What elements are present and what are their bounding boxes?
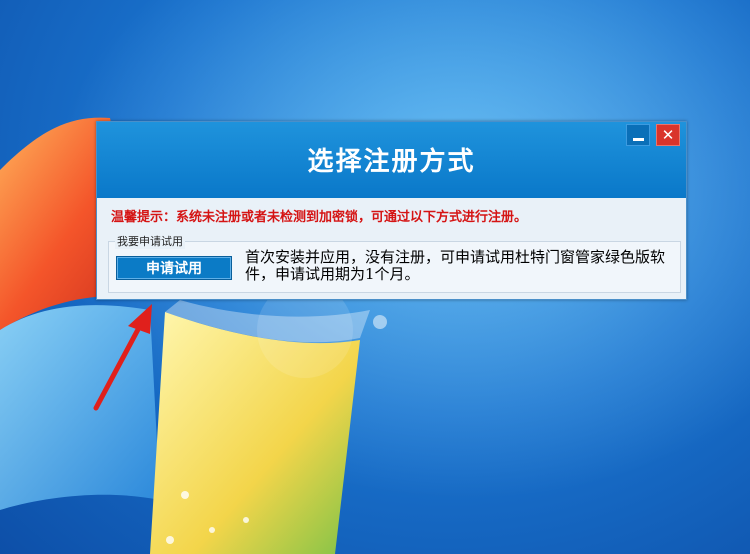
- apply-trial-button[interactable]: 申请试用: [116, 256, 232, 280]
- dialog-title: 选择注册方式: [307, 147, 476, 177]
- title-bar[interactable]: 选择注册方式 ✕: [97, 122, 686, 198]
- trial-description: 首次安装并应用，没有注册，可申请试用杜特门窗管家绿色版软件，申请试用期为1个月。: [245, 248, 666, 283]
- close-icon: ✕: [661, 126, 675, 144]
- close-button[interactable]: ✕: [656, 124, 680, 146]
- minimize-icon: [633, 138, 644, 141]
- minimize-button[interactable]: [626, 124, 650, 146]
- warning-notice: 温馨提示：系统未注册或者未检测到加密锁，可通过以下方式进行注册。: [111, 210, 528, 225]
- trial-group-label: 我要申请试用: [115, 233, 185, 249]
- desktop-wallpaper: 选择注册方式 ✕ 温馨提示：系统未注册或者未检测到加密锁，可通过以下方式进行注册…: [0, 0, 750, 554]
- register-dialog: 选择注册方式 ✕ 温馨提示：系统未注册或者未检测到加密锁，可通过以下方式进行注册…: [96, 121, 687, 300]
- trial-group-box: 我要申请试用 申请试用 首次安装并应用，没有注册，可申请试用杜特门窗管家绿色版软…: [108, 233, 681, 293]
